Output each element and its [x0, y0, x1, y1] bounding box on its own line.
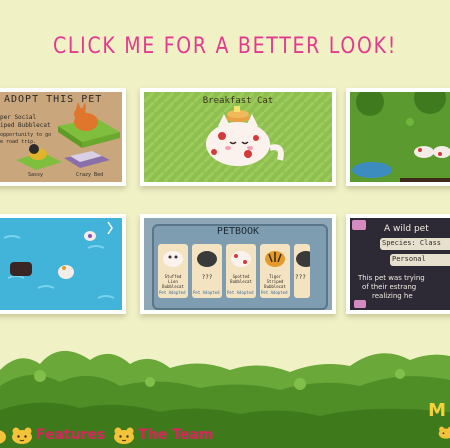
gallery-thumb-adopt[interactable]: ADOPT THIS PET per Social iped Bubblecat…	[0, 88, 126, 186]
gallery-thumb-wild-pet[interactable]: A wild pet Species: Class Personal This …	[346, 214, 450, 314]
bear-icon	[0, 429, 6, 444]
nav-team-link[interactable]: The Team	[113, 427, 213, 444]
corner-letter: M	[428, 400, 446, 421]
nav-features-label: Features	[36, 427, 106, 443]
petbook-card-status: Pet Adopted	[261, 290, 288, 295]
pet-portrait-icon	[163, 251, 183, 267]
gallery-thumb-breakfast-cat[interactable]: Breakfast Cat	[140, 88, 336, 186]
petbook-card: Stuffed Lion Bubblecat Pet Adopted	[158, 244, 188, 298]
gallery-thumb-petbook[interactable]: PETBOOK Stuffed Lion Bubblecat Pet Adopt…	[140, 214, 336, 314]
adopt-illustration	[16, 102, 120, 170]
petbook-card-status: Pet Adopted	[227, 290, 254, 295]
pet-portrait-icon	[265, 251, 285, 267]
nav-features-link[interactable]: Features	[11, 427, 105, 444]
wild-badge-icon	[352, 220, 366, 230]
petbook-title: PETBOOK	[216, 226, 260, 237]
petbook-card-name: Tiger Striped Bubblecat	[264, 274, 286, 289]
adopt-option-2: Crazy Bed	[76, 172, 104, 178]
wild-badge-icon	[354, 300, 366, 308]
garden-illustration	[350, 92, 450, 182]
petbook-card-status: Pet Adopted	[159, 290, 186, 295]
gallery-thumb-garden[interactable]	[346, 88, 450, 186]
petbook-card-name: ???	[201, 274, 213, 281]
wild-desc-2: of their estrang	[362, 283, 417, 291]
petbook-card: Spotted Bubblecat Pet Adopted	[226, 244, 256, 298]
wild-desc-1: This pet was trying	[358, 274, 425, 282]
petbook-card: Tiger Striped Bubblecat Pet Adopted	[260, 244, 290, 298]
pet-portrait-icon	[231, 251, 251, 267]
page-headline: CLICK ME FOR A BETTER LOOK!	[52, 34, 398, 59]
wild-species: Species: Class	[382, 239, 442, 247]
wild-personality: Personal	[392, 255, 426, 263]
nav-team-label: The Team	[138, 427, 214, 443]
petbook-card: ??? Pet Adopted	[192, 244, 222, 298]
wild-title: A wild pet	[384, 224, 429, 234]
petbook-card-status: Pet Adopted	[193, 290, 220, 295]
pet-silhouette-icon	[296, 251, 310, 267]
breakfast-title: Breakfast Cat	[202, 96, 274, 106]
bear-icon	[114, 427, 135, 444]
gallery-thumb-water[interactable]	[0, 214, 126, 314]
petbook-card-name: ???	[295, 274, 306, 281]
bear-icon	[12, 427, 32, 444]
petbook-card-name: Spotted Bubblecat	[230, 274, 252, 284]
petbook-card-name: Stuffed Lion Bubblecat	[162, 274, 184, 289]
petbook-card: ???	[294, 244, 310, 298]
bear-icon[interactable]	[438, 424, 450, 441]
wild-desc-3: realizing he	[372, 292, 413, 300]
adopt-option-1: Sassy	[28, 172, 44, 178]
petbook-cards: Stuffed Lion Bubblecat Pet Adopted ??? P…	[158, 244, 310, 298]
footer-nav: Features The Team	[0, 424, 221, 446]
pet-silhouette-icon	[197, 251, 217, 267]
water-illustration	[0, 218, 122, 310]
